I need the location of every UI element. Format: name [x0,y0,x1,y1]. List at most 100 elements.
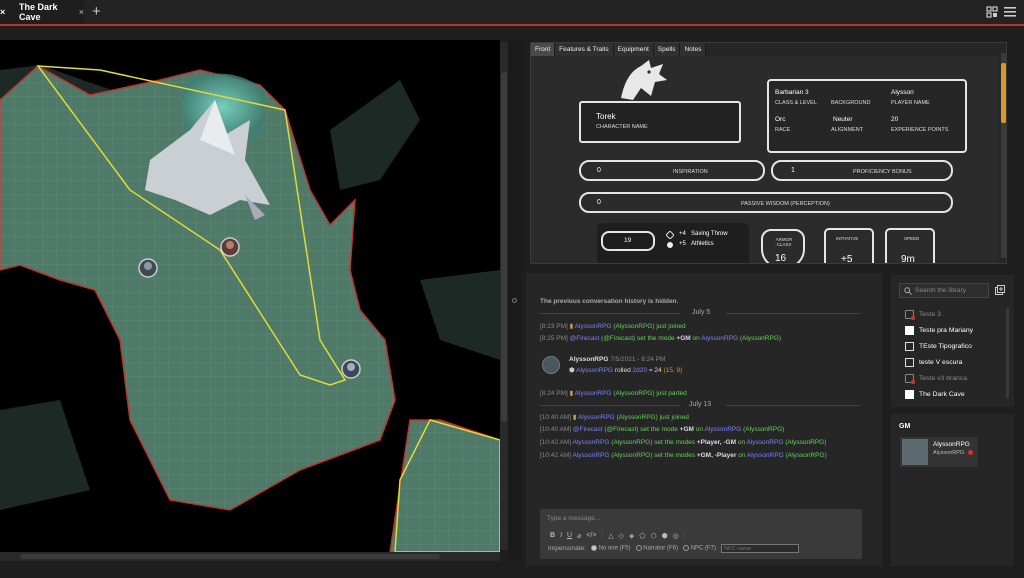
dice-d10-icon[interactable]: ⬠ [639,532,645,541]
initiative-label: INITIATIVE [836,236,859,241]
scroll-thumb[interactable] [20,554,440,559]
code-icon[interactable]: </> [586,532,596,541]
roll-result: ⬢ AlyssonRPG rolled 2d20 = 24 (15, 9) [569,367,683,374]
chat-message: [8:23 PM] ▮ AlyssonRPG (AlyssonRPG) just… [540,323,686,330]
gm-title: GM [899,423,911,430]
dice-d20-icon[interactable]: ⬢ [662,532,668,541]
speed-box[interactable]: SPEED 9m [885,228,935,263]
panel-divider[interactable] [508,40,522,560]
background-label: BACKGROUND [831,100,871,106]
radio-npc[interactable]: NPC (F7) [682,545,716,552]
sheet-tab-equipment[interactable]: Equipment [613,43,654,56]
dice-d12-icon[interactable]: ⬡ [651,532,657,541]
armor-class-shield[interactable]: ARMOR CLASS 16 [761,229,805,264]
layout-grid-icon[interactable] [986,6,998,18]
date-label: July 13 [689,401,712,408]
chat-message: [8:25 PM] @Firecast (@Firecast) set the … [540,335,782,342]
player-name-label: PLAYER NAME [891,100,930,106]
gm-user-sub: AlyssonRPG [933,450,965,456]
dice-d8-icon[interactable]: ◈ [629,532,634,541]
ability-score[interactable]: 19 [601,231,655,251]
history-hidden-notice: The previous conversation history is hid… [540,298,679,305]
roll-header: AlyssonRPG 7/5/2021 - 8:24 PM [569,356,666,363]
bottom-bar [510,566,890,576]
proficient-dot-icon[interactable] [667,242,673,248]
user-icon: ▮ [572,414,577,421]
alignment-value[interactable]: Neuter [833,116,853,123]
inspiration-box[interactable]: 0 INSPIRATION [579,160,765,181]
map-horizontal-scrollbar[interactable] [0,552,500,561]
sheet-body: Torek CHARACTER NAME Barbarian 3 CLASS &… [531,56,999,264]
gm-user-name: AlyssonRPG [933,441,970,448]
dice-d100-icon[interactable]: ◎ [673,532,679,541]
search-icon [904,287,912,295]
sheet-tab-spells[interactable]: Spells [653,43,681,56]
ally-token[interactable] [341,359,361,379]
enemy-token[interactable] [220,237,240,257]
sheet-tab-features[interactable]: Features & Traits [555,43,614,56]
dice-d6-icon[interactable]: ◇ [619,532,624,541]
bold-icon[interactable]: B [550,532,555,541]
sheet-tab-notes[interactable]: Notes [680,43,707,56]
chat-message: [8:24 PM] ▮ AlyssonRPG (AlyssonRPG) just… [540,390,687,397]
italic-icon[interactable]: I [560,532,562,541]
tab-the-dark-cave[interactable]: The Dark Cave × [12,0,84,24]
gm-user-card[interactable]: AlyssonRPG AlyssonRPG [900,437,978,467]
chat-avatar[interactable] [542,356,560,374]
race-value[interactable]: Orc [775,116,785,123]
tab-close-icon[interactable]: × [0,7,5,17]
tab-close-icon[interactable]: × [79,7,84,17]
player-token[interactable] [138,258,158,278]
attach-icon[interactable]: ⌀ [577,532,581,541]
library-add-icon[interactable] [995,285,1005,295]
initiative-value: +5 [841,254,853,264]
date-divider [726,405,860,406]
passive-perception-box[interactable]: 0 PASSIVE WISDOM (PERCEPTION) [579,192,953,213]
library-item[interactable]: The Dark Cave [905,390,965,399]
proficiency-value: 1 [791,167,795,174]
resize-handle[interactable] [512,298,517,303]
character-name-label: CHARACTER NAME [596,124,648,130]
proficiency-box[interactable]: 1 PROFICIENCY BONUS [771,160,953,181]
library-item[interactable]: Teste pra Mariany [905,326,973,335]
dragon-logo-icon [621,60,667,100]
character-name-box[interactable]: Torek CHARACTER NAME [579,101,741,143]
alignment-label: ALIGNMENT [831,127,864,133]
athletics-label: Athletics [691,241,714,247]
xp-value[interactable]: 20 [891,116,898,123]
class-level-label: CLASS & LEVEL [775,100,817,106]
proficiency-diamond-icon[interactable] [666,231,674,239]
npc-name-input[interactable] [720,544,799,553]
library-item[interactable]: Teste 3 [905,310,941,320]
sheet-scrollbar[interactable] [1001,53,1006,258]
map-vertical-scrollbar[interactable] [500,42,508,550]
library-item[interactable]: teste V escura [905,358,962,367]
library-panel: Search the library Teste 3 Teste pra Mar… [891,275,1014,407]
library-item[interactable]: Teste v3 branca [905,374,967,384]
tab-previous[interactable]: × [0,0,12,24]
chat-input-placeholder: Type a message... [547,515,601,522]
gm-panel: GM AlyssonRPG AlyssonRPG [891,414,1014,566]
dice-d4-icon[interactable]: △ [608,532,613,541]
map-canvas[interactable] [0,40,500,552]
chat-message: [10:40 AM] @Firecast (@Firecast) set the… [540,426,785,433]
class-level-value[interactable]: Barbarian 3 [775,89,809,96]
battle-map[interactable] [0,40,500,552]
scroll-thumb[interactable] [1001,63,1006,123]
impersonate-label: Impersonate: [548,545,586,552]
add-tab-button[interactable]: + [92,3,101,20]
underline-icon[interactable]: U [567,532,572,541]
sheet-tab-front[interactable]: Front [531,43,556,56]
radio-narrator[interactable]: Narrator (F6) [635,545,678,552]
library-item[interactable]: TEste Tipografico [905,342,972,351]
library-search-input[interactable]: Search the library [899,283,989,298]
initiative-box[interactable]: INITIATIVE +5 [824,228,874,264]
radio-no-one[interactable]: No one (F5) [590,545,631,552]
library-scrollbar[interactable] [1006,308,1009,398]
armor-class-value: 16 [775,253,787,264]
scroll-thumb[interactable] [501,72,507,422]
hamburger-menu-icon[interactable] [1004,7,1016,17]
player-name-value[interactable]: Alysson [891,89,914,96]
status-dot-icon [968,450,973,455]
tab-label: The Dark Cave [19,2,58,22]
